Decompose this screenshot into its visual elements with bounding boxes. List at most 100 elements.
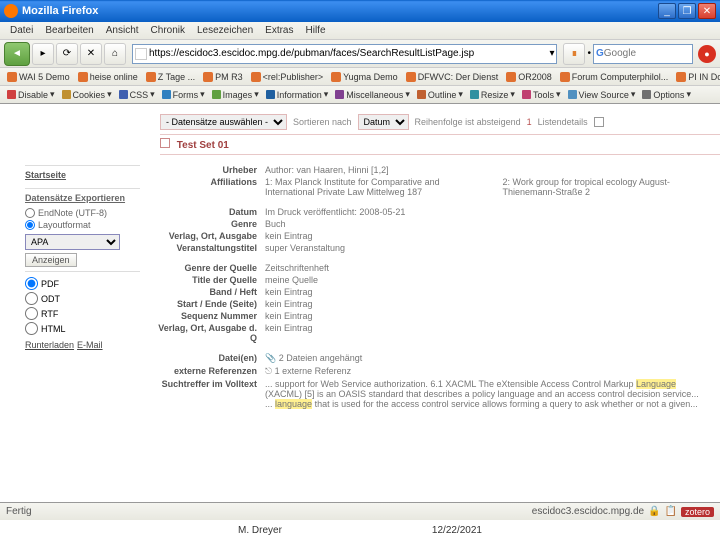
bookmark-item[interactable]: <rel:Publisher> (248, 71, 327, 83)
bookmark-icon (406, 72, 416, 82)
val-volltext: ... support for Web Service authorizatio… (265, 379, 710, 409)
lock-icon: 🔒 (648, 506, 660, 517)
footer-date: 12/22/2021 (432, 525, 482, 536)
dev-disable[interactable]: Disable▾ (4, 88, 58, 101)
dev-source[interactable]: View Source▾ (565, 88, 639, 101)
search-input[interactable] (604, 48, 690, 59)
reload-button[interactable]: ⟳ (56, 43, 78, 65)
opt-layout[interactable]: Layoutformat (25, 219, 140, 231)
minimize-button[interactable]: _ (658, 3, 676, 19)
bookmark-item[interactable]: DFWVC: Der Dienst (403, 71, 502, 83)
footer-author: M. Dreyer (238, 525, 282, 536)
menu-extras[interactable]: Extras (259, 25, 299, 36)
dataset-select[interactable]: - Datensätze auswählen - (160, 114, 287, 130)
link-icon: ⎋ (265, 366, 272, 376)
bookmark-icon (506, 72, 516, 82)
val-extref: ⎋ 1 externe Referenz (265, 366, 710, 377)
css-icon (119, 90, 128, 99)
bookmark-item[interactable]: WAI 5 Demo (4, 71, 73, 83)
lbl-affil: Affiliations (150, 177, 265, 197)
lbl-genre: Genre (150, 219, 265, 229)
bookmark-item[interactable]: Yugma Demo (328, 71, 401, 83)
adblock-icon[interactable]: ● (698, 45, 716, 63)
sidebar-startseite[interactable]: Startseite (25, 170, 140, 180)
navigation-toolbar: ◄ ▸ ⟳ ✕ ⌂ ▾ ∎ • G ● (0, 40, 720, 68)
back-button[interactable]: ◄ (4, 42, 30, 66)
bookmark-item[interactable]: OR2008 (503, 71, 555, 83)
val-verlag: kein Eintrag (265, 231, 710, 241)
fmt-odt[interactable]: ODT (25, 291, 140, 306)
fmt-html[interactable]: HTML (25, 321, 140, 336)
val-veranst: super Veranstaltung (265, 243, 710, 253)
url-bar[interactable]: ▾ (132, 44, 557, 64)
menu-bearbeiten[interactable]: Bearbeiten (39, 25, 99, 36)
dev-options[interactable]: Options▾ (639, 88, 694, 101)
details-label: Listendetails (538, 117, 588, 127)
resize-icon (470, 90, 479, 99)
cert-icon[interactable]: 📋 (665, 506, 677, 517)
options-icon (642, 90, 651, 99)
sidebar-export-title: Datensätze Exportieren (25, 193, 140, 203)
slide-footer: M. Dreyer 12/22/2021 (0, 520, 720, 540)
disable-icon (7, 90, 16, 99)
feed-button[interactable]: ∎ (563, 43, 585, 65)
lbl-band: Band / Heft (150, 287, 265, 297)
status-bar: Fertig escidoc3.escidoc.mpg.de 🔒 📋 zoter… (0, 502, 720, 520)
dev-outline[interactable]: Outline▾ (414, 88, 466, 101)
fmt-rtf[interactable]: RTF (25, 306, 140, 321)
val-verlagq: kein Eintrag (265, 323, 710, 343)
firefox-icon (4, 4, 18, 18)
set-checkbox[interactable] (160, 138, 170, 148)
lbl-veranst: Veranstaltungstitel (150, 243, 265, 253)
order-num: 1 (527, 117, 532, 127)
forward-button[interactable]: ▸ (32, 43, 54, 65)
opt-endnote[interactable]: EndNote (UTF-8) (25, 207, 140, 219)
dev-css[interactable]: CSS▾ (116, 88, 158, 101)
bookmark-item[interactable]: Z Tage ... (143, 71, 198, 83)
bookmark-item[interactable]: Forum Computerphilol... (557, 71, 672, 83)
email-link[interactable]: E-Mail (77, 340, 103, 350)
details-checkbox[interactable] (594, 117, 604, 127)
dev-cookies[interactable]: Cookies▾ (59, 88, 115, 101)
menu-hilfe[interactable]: Hilfe (300, 25, 332, 36)
val-titleq: meine Quelle (265, 275, 710, 285)
dev-forms[interactable]: Forms▾ (159, 88, 208, 101)
dev-info[interactable]: Information▾ (263, 88, 332, 101)
stop-button[interactable]: ✕ (80, 43, 102, 65)
val-seq: kein Eintrag (265, 311, 710, 321)
webdev-toolbar: Disable▾ Cookies▾ CSS▾ Forms▾ Images▾ In… (0, 86, 720, 104)
window-title: Mozilla Firefox (22, 5, 658, 17)
dropdown-icon[interactable]: ▾ (549, 48, 554, 59)
bookmark-icon (560, 72, 570, 82)
maximize-button[interactable]: ❐ (678, 3, 696, 19)
home-button[interactable]: ⌂ (104, 43, 126, 65)
menu-ansicht[interactable]: Ansicht (100, 25, 145, 36)
metadata-panel: UrheberAuthor: van Haaren, Hinni [1,2] A… (150, 165, 710, 411)
lbl-datei: Datei(en) (150, 353, 265, 364)
close-button[interactable]: ✕ (698, 3, 716, 19)
anzeigen-button[interactable]: Anzeigen (25, 253, 77, 267)
sort-select[interactable]: Datum (358, 114, 409, 130)
menu-lesezeichen[interactable]: Lesezeichen (191, 25, 259, 36)
attachment-icon: 📎 (265, 353, 276, 363)
search-box[interactable]: G (593, 44, 693, 64)
separator-icon: • (587, 48, 591, 59)
dev-images[interactable]: Images▾ (209, 88, 262, 101)
sidebar: Startseite Datensätze Exportieren EndNot… (25, 165, 140, 411)
url-input[interactable] (147, 48, 549, 59)
menu-chronik[interactable]: Chronik (145, 25, 191, 36)
fmt-pdf[interactable]: PDF (25, 276, 140, 291)
dev-misc[interactable]: Miscellaneous▾ (332, 88, 413, 101)
bookmark-toolbar: WAI 5 Demo heise online Z Tage ... PM R3… (0, 68, 720, 86)
source-icon (568, 90, 577, 99)
download-link[interactable]: Runterladen (25, 340, 74, 350)
format-select[interactable]: APA (25, 234, 120, 250)
menu-datei[interactable]: Datei (4, 25, 39, 36)
bookmark-item[interactable]: heise online (75, 71, 141, 83)
bookmark-item[interactable]: PI IN Docs (673, 71, 720, 83)
tools-icon (522, 90, 531, 99)
dev-resize[interactable]: Resize▾ (467, 88, 518, 101)
zotero-button[interactable]: zotero (681, 507, 714, 517)
dev-tools[interactable]: Tools▾ (519, 88, 564, 101)
bookmark-item[interactable]: PM R3 (200, 71, 246, 83)
